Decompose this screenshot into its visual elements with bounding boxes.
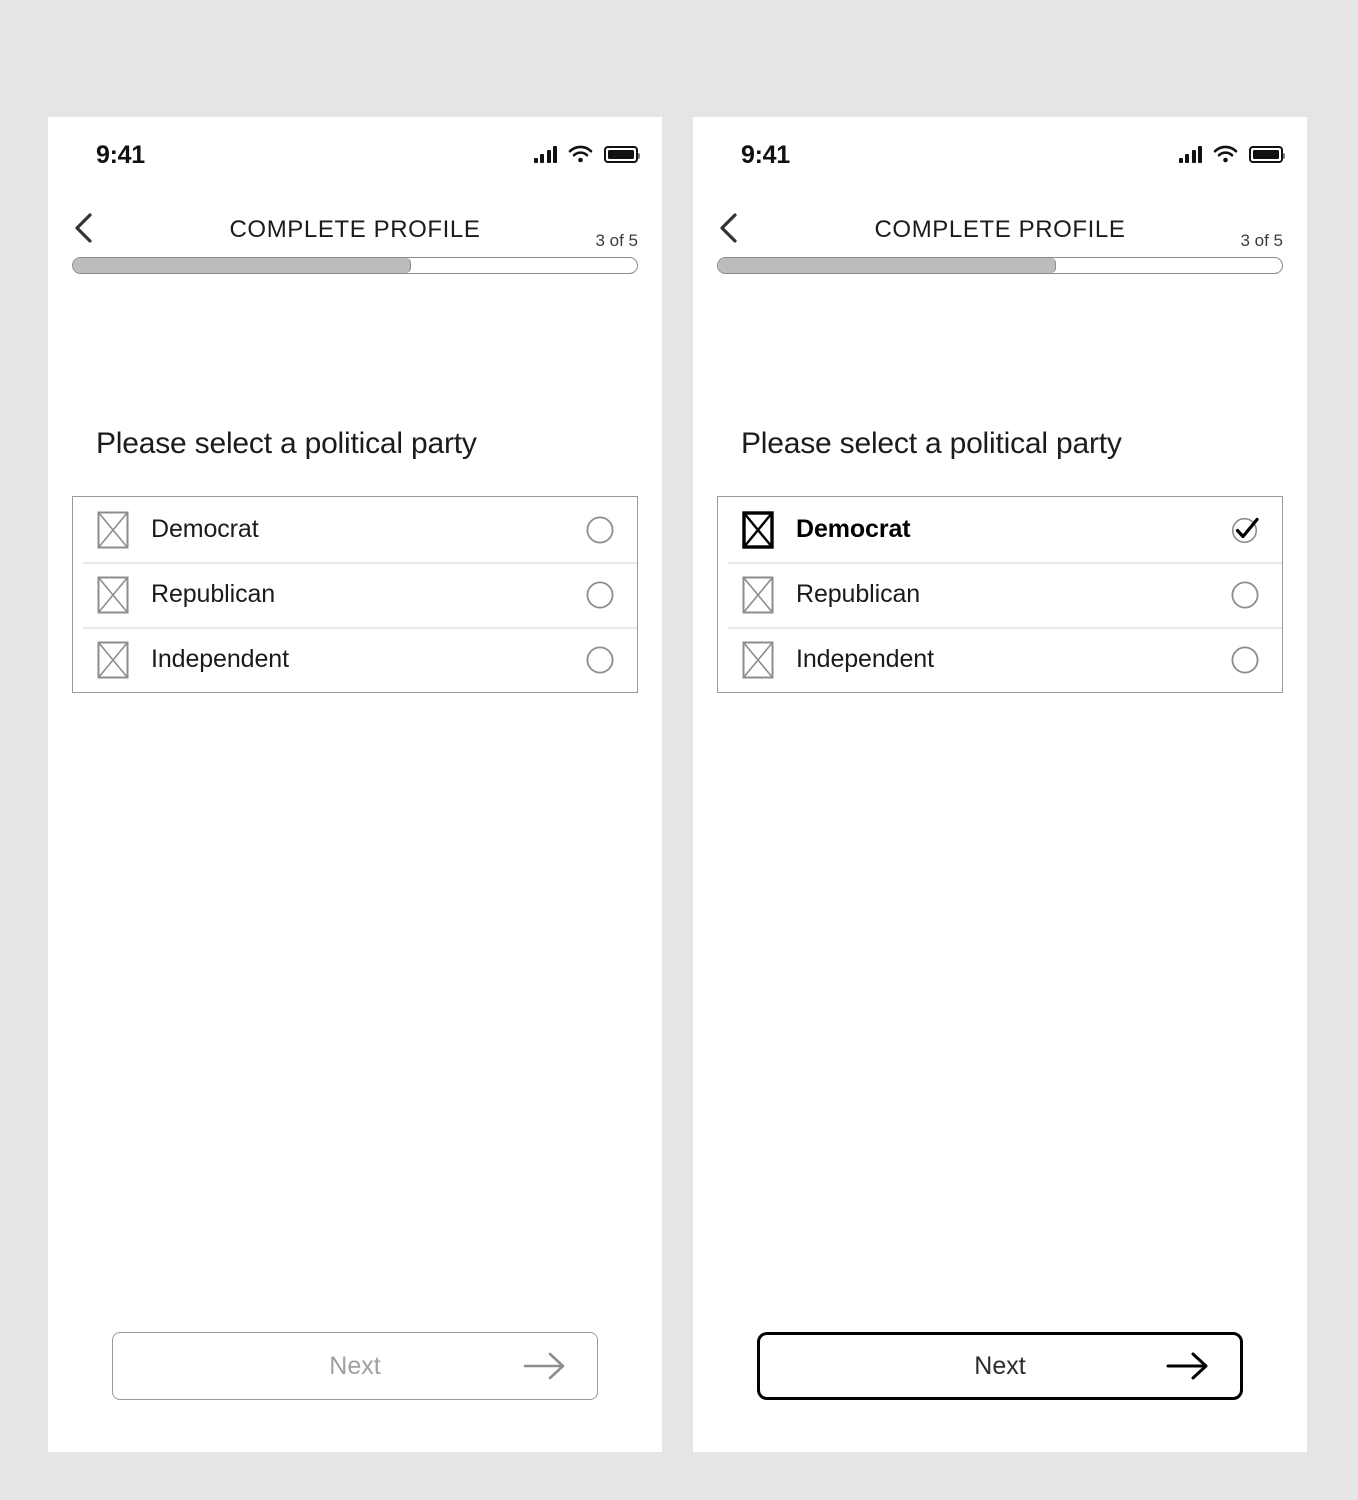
next-button-label: Next (974, 1351, 1026, 1380)
arrow-right-icon (523, 1352, 565, 1380)
radio-unselected-icon[interactable] (585, 515, 615, 545)
option-label: Republican (151, 580, 276, 608)
phone-screen-selected-state: 9:41 COMPLETE PROFILE 3 of 5 Please sele… (693, 117, 1307, 1452)
mockup-canvas: 9:41 COMPLETE PROFILE 3 of 5 Please sele… (0, 0, 1358, 1500)
option-label: Independent (151, 645, 289, 673)
image-placeholder-icon (97, 511, 129, 548)
step-indicator: 3 of 5 (1240, 231, 1283, 250)
screen-body: Please select a political party Democrat (48, 274, 662, 1452)
image-placeholder-icon (742, 576, 774, 613)
page-title: COMPLETE PROFILE (229, 216, 481, 243)
image-placeholder-icon (742, 641, 774, 678)
step-indicator: 3 of 5 (595, 231, 638, 250)
section-heading: Please select a political party (96, 427, 477, 460)
option-label: Independent (796, 645, 934, 673)
image-placeholder-icon (97, 641, 129, 678)
option-label: Democrat (151, 515, 259, 543)
nav-bar: COMPLETE PROFILE 3 of 5 (48, 191, 662, 257)
section-heading: Please select a political party (741, 427, 1122, 460)
list-item[interactable]: Democrat (73, 497, 637, 562)
wifi-icon (568, 145, 593, 163)
option-label: Republican (796, 580, 921, 608)
progress-bar-fill (73, 258, 412, 273)
list-item[interactable]: Independent (718, 627, 1282, 692)
party-option-list: Democrat Republican Independent (717, 496, 1283, 693)
status-indicators (1178, 141, 1285, 167)
list-item[interactable]: Republican (718, 562, 1282, 627)
next-button[interactable]: Next (757, 1332, 1243, 1400)
battery-full-icon (1249, 145, 1285, 163)
arrow-right-icon (1166, 1352, 1208, 1380)
radio-unselected-icon[interactable] (585, 580, 615, 610)
option-label: Democrat (796, 515, 911, 543)
page-title: COMPLETE PROFILE (874, 216, 1126, 243)
next-button[interactable]: Next (112, 1332, 598, 1400)
progress-bar (717, 257, 1283, 274)
status-bar: 9:41 (693, 117, 1307, 191)
screen-body: Please select a political party Democrat (693, 274, 1307, 1452)
list-item-selected[interactable]: Democrat (718, 497, 1282, 562)
status-time: 9:41 (96, 141, 145, 169)
next-button-label: Next (329, 1351, 381, 1380)
radio-unselected-icon[interactable] (1230, 645, 1260, 675)
battery-full-icon (604, 145, 640, 163)
radio-unselected-icon[interactable] (585, 645, 615, 675)
party-option-list: Democrat Republican Independent (72, 496, 638, 693)
image-placeholder-icon (742, 510, 774, 549)
progress-bar (72, 257, 638, 274)
check-circle-icon[interactable] (1230, 515, 1260, 545)
radio-unselected-icon[interactable] (1230, 580, 1260, 610)
list-item[interactable]: Republican (73, 562, 637, 627)
nav-bar: COMPLETE PROFILE 3 of 5 (693, 191, 1307, 257)
list-item[interactable]: Independent (73, 627, 637, 692)
cellular-bars-icon (1178, 145, 1202, 163)
image-placeholder-icon (97, 576, 129, 613)
status-indicators (533, 141, 640, 167)
cellular-bars-icon (533, 145, 557, 163)
phone-screen-empty-state: 9:41 COMPLETE PROFILE 3 of 5 Please sele… (48, 117, 662, 1452)
status-bar: 9:41 (48, 117, 662, 191)
progress-bar-fill (718, 258, 1057, 273)
status-time: 9:41 (741, 141, 790, 169)
wifi-icon (1213, 145, 1238, 163)
